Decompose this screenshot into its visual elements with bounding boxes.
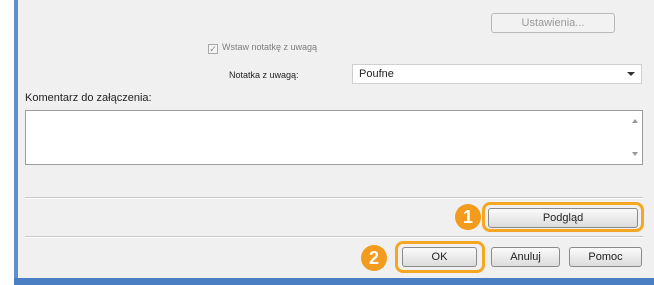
comment-textarea[interactable]: [25, 110, 643, 165]
separator: [25, 197, 643, 199]
insert-note-label: Wstaw notatkę z uwagą: [222, 42, 318, 52]
separator: [25, 236, 643, 238]
preview-button[interactable]: Podgląd: [488, 208, 638, 228]
dialog-panel: Ustawienia... ✓ Wstaw notatkę z uwagą No…: [18, 0, 654, 278]
callout-badge-2: 2: [361, 245, 387, 271]
cancel-button[interactable]: Anuluj: [491, 247, 560, 267]
callout-badge-1: 1: [455, 204, 481, 230]
insert-note-checkbox[interactable]: ✓: [208, 44, 218, 54]
checkmark-icon: ✓: [209, 44, 217, 54]
ok-button[interactable]: OK: [402, 247, 477, 267]
note-field-label: Notatka z uwagą:: [229, 70, 299, 80]
comment-label: Komentarz do załączenia:: [25, 92, 152, 104]
scroll-up-icon[interactable]: [632, 119, 638, 123]
note-select-value: Poufne: [359, 68, 394, 80]
scroll-down-icon[interactable]: [632, 152, 638, 156]
chevron-down-icon: [627, 72, 635, 76]
help-button[interactable]: Pomoc: [569, 247, 642, 267]
window-bottom-border: [14, 278, 654, 285]
note-select[interactable]: Poufne: [352, 64, 642, 84]
settings-button[interactable]: Ustawienia...: [491, 13, 615, 33]
